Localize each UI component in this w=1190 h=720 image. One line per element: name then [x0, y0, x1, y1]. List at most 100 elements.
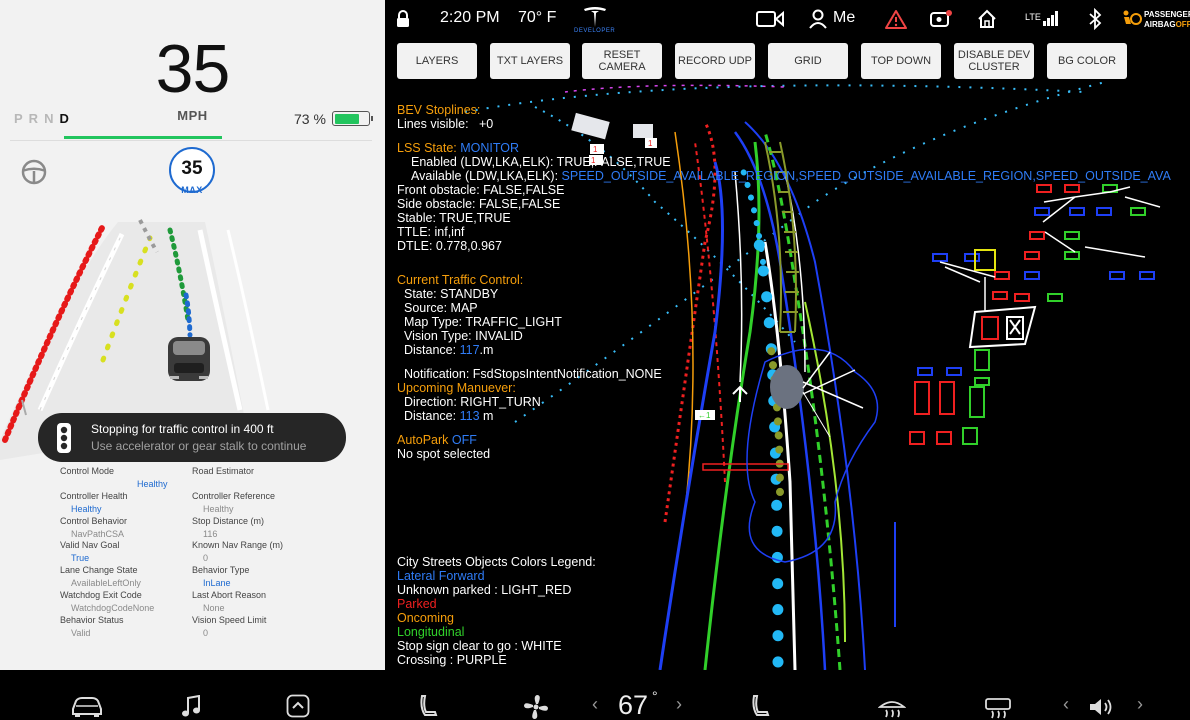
stat-value: AvailableLeftOnly — [71, 578, 141, 589]
tc-map-type: Map Type: TRAFFIC_LIGHT — [404, 315, 562, 329]
bev-lines-visible: Lines visible: +0 — [397, 117, 493, 131]
stat-label: Control Mode — [60, 466, 115, 476]
traffic-light-icon — [57, 423, 71, 453]
controller-stat: Lane Change State AvailableLeftOnly — [60, 565, 141, 588]
driver-seat-heat-icon[interactable] — [419, 694, 439, 718]
controller-stat: Controller Reference Healthy — [192, 491, 275, 514]
fan-icon[interactable] — [523, 694, 549, 720]
tc-distance-value: 117 — [459, 343, 480, 357]
airbag-label-line1: PASSENGER — [1144, 10, 1190, 19]
controller-stat: Behavior Status Valid — [60, 615, 124, 638]
ego-car-icon — [168, 337, 210, 381]
controller-stat: Behavior Type InLane — [192, 565, 249, 588]
speed-readout: 35 — [155, 31, 231, 107]
stat-label: Known Nav Range (m) — [192, 540, 284, 551]
maneuver-distance-unit: m — [483, 409, 494, 423]
stat-value: InLane — [203, 578, 231, 589]
bg-color-button[interactable]: BG COLOR — [1047, 43, 1127, 79]
app-launcher-icon[interactable] — [286, 694, 310, 718]
temp-down-icon[interactable]: ‹ — [592, 694, 598, 715]
sentry-camera-icon[interactable] — [930, 10, 952, 28]
gear-n: N — [44, 111, 60, 126]
txt-layers-button[interactable]: TXT LAYERS — [490, 43, 570, 79]
reset-camera-button[interactable]: RESET CAMERA — [582, 43, 662, 79]
traffic-control-alert: Stopping for traffic control in 400 ft U… — [38, 413, 346, 462]
stat-value: Healthy — [203, 503, 234, 514]
warning-icon[interactable] — [885, 9, 907, 29]
status-bar: 2:20 PM 70° F DEVELOPER Me LTE PASSENGER… — [385, 0, 1190, 38]
alert-title: Stopping for traffic control in 400 ft — [91, 422, 274, 436]
stat-value: 0 — [203, 553, 209, 564]
ego-vehicle-marker — [770, 365, 804, 409]
svg-text:1: 1 — [648, 139, 653, 148]
top-down-button[interactable]: TOP DOWN — [861, 43, 941, 79]
autopilot-visualization: ←1 1 1 1 BEV Stoplines: Lines visible: +… — [385, 82, 1190, 670]
volume-down-icon[interactable]: ‹ — [1063, 694, 1069, 715]
record-udp-button[interactable]: RECORD UDP — [675, 43, 755, 79]
controller-stat: Known Nav Range (m) 0 — [192, 540, 283, 563]
volume-up-icon[interactable]: › — [1137, 694, 1143, 715]
battery-percent-unit: % — [313, 111, 326, 127]
gear-r: R — [28, 111, 45, 126]
controller-stat: Last Abort Reason None — [192, 590, 266, 613]
stat-value: NavPathCSA — [71, 528, 125, 539]
disable-dev-cluster-button[interactable]: DISABLE DEV CLUSTER — [954, 43, 1034, 79]
stat-value: None — [203, 603, 225, 613]
cabin-temperature-unit: ° — [652, 688, 658, 704]
legend-stop-sign: Stop sign clear to go : WHITE — [397, 639, 562, 653]
airbag-icon — [1121, 9, 1143, 29]
car-icon[interactable] — [70, 695, 104, 717]
gear-d: D — [59, 111, 75, 126]
temp-up-icon[interactable]: › — [676, 694, 682, 715]
battery-fill — [334, 113, 359, 124]
gear-selector: PRND — [14, 111, 75, 126]
lss-state-value: MONITOR — [460, 141, 520, 155]
gear-indicator-bar — [64, 136, 222, 139]
stable-status: Stable: TRUE,TRUE — [397, 211, 511, 225]
user-name[interactable]: Me — [833, 9, 855, 27]
bluetooth-icon[interactable] — [1088, 8, 1102, 30]
stat-label: Control Behavior — [60, 515, 128, 526]
grid-button[interactable]: GRID — [768, 43, 848, 79]
volume-icon[interactable] — [1088, 697, 1118, 717]
cabin-temperature[interactable]: 67 — [618, 690, 648, 720]
autopark-label: AutoPark — [397, 433, 449, 447]
stat-value: Valid — [71, 627, 91, 638]
controller-stat: Vision Speed Limit 0 — [192, 615, 266, 638]
maneuver-direction: Direction: RIGHT_TURN — [404, 395, 541, 409]
stat-label: Controller Health — [60, 490, 128, 501]
maneuver-distance-label: Distance: — [404, 409, 457, 423]
lss-available-value: SPEED_OUTSIDE_AVAILABLE_REGION,SPEED_OUT… — [561, 169, 1171, 183]
stat-value: 0 — [203, 627, 209, 638]
dashcam-icon[interactable] — [756, 10, 784, 28]
tc-vision-type: Vision Type: INVALID — [404, 329, 523, 343]
autopark-status: AutoPark OFF — [397, 433, 477, 447]
legend-longitudinal: Longitudinal — [397, 625, 465, 639]
music-icon[interactable] — [180, 695, 202, 719]
stat-label: Stop Distance (m) — [192, 515, 265, 526]
home-icon[interactable] — [977, 9, 997, 29]
stat-label: Road Estimator — [192, 466, 255, 476]
stat-value: Healthy — [137, 479, 168, 489]
rear-defrost-icon[interactable] — [984, 697, 1012, 719]
controller-stat: Watchdog Exit Code WatchdogCodeNone — [60, 590, 154, 613]
front-obstacle: Front obstacle: FALSE,FALSE — [397, 183, 565, 197]
passenger-seat-heat-icon[interactable] — [751, 694, 771, 718]
tesla-logo-icon[interactable] — [582, 6, 608, 28]
front-defrost-icon[interactable] — [878, 697, 906, 719]
bev-lines-value: +0 — [479, 117, 494, 131]
controller-stat: Control Behavior NavPathCSA — [60, 516, 127, 539]
alert-subtitle: Use accelerator or gear stalk to continu… — [91, 439, 307, 453]
controller-stat: Controller Health Healthy — [60, 491, 128, 514]
lss-enabled: Enabled (LDW,LKA,ELK): TRUE,FALSE,TRUE — [411, 155, 671, 169]
layers-button[interactable]: LAYERS — [397, 43, 477, 79]
lss-state: LSS State: MONITOR — [397, 141, 519, 155]
lock-icon[interactable] — [396, 10, 410, 28]
user-icon[interactable] — [809, 9, 827, 29]
gear-p: P — [14, 111, 29, 126]
notification-status: Notification: FsdStopsIntentNotification… — [404, 367, 662, 381]
steering-wheel-icon — [21, 159, 47, 185]
divider — [10, 140, 372, 141]
stat-label: Lane Change State — [60, 565, 138, 576]
stat-label: Behavior Type — [192, 565, 250, 576]
